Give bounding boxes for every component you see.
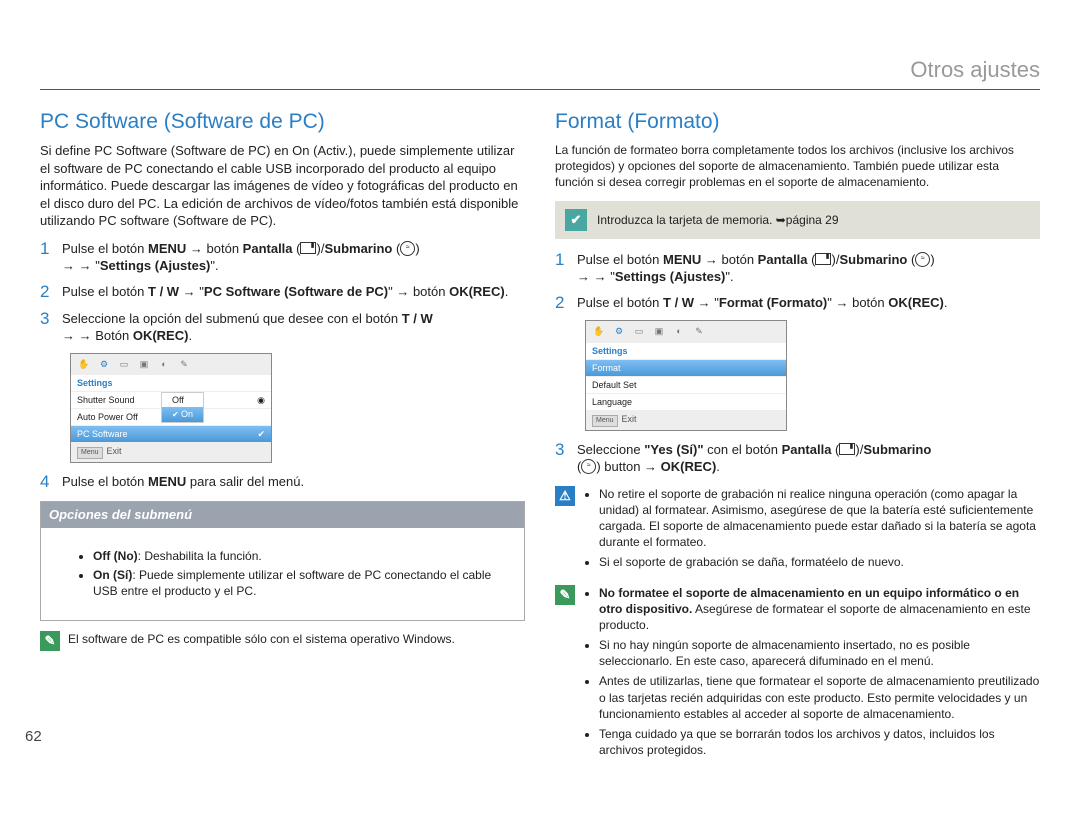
- menu-item: Language: [592, 396, 632, 408]
- menu-tag: Menu: [592, 415, 618, 426]
- page-number: 62: [25, 727, 42, 747]
- step-number: 2: [555, 294, 569, 313]
- film-icon: ▭: [632, 325, 646, 337]
- settings-header: Settings: [592, 345, 628, 357]
- left-footnote: El software de PC es compatible sólo con…: [68, 631, 525, 647]
- menu-item-selected: PC Software: [77, 428, 128, 440]
- memory-card-callout: ✔ Introduzca la tarjeta de memoria. ➥pág…: [555, 201, 1040, 239]
- left-step-4: Pulse el botón MENU para salir del menú.: [62, 473, 525, 492]
- info-item: No formatee el soporte de almacenamiento…: [599, 585, 1040, 634]
- menu-item-selected: Format: [592, 362, 621, 374]
- warning-bullets: No retire el soporte de grabación ni rea…: [583, 486, 1040, 575]
- left-intro: Si define PC Software (Software de PC) e…: [40, 142, 525, 230]
- left-title: PC Software (Software de PC): [40, 108, 525, 136]
- exit-label: Exit: [107, 446, 122, 456]
- step-number: 1: [40, 240, 54, 275]
- info-item: Si no hay ningún soporte de almacenamien…: [599, 637, 1040, 669]
- warning-item: No retire el soporte de grabación ni rea…: [599, 486, 1040, 551]
- hand-icon: ✋: [77, 358, 91, 370]
- submenu-option-off: Off (No): Deshabilita la función.: [93, 548, 512, 564]
- right-step-3: Seleccione "Yes (Sí)" con el botón Panta…: [577, 441, 1040, 476]
- play-icon: ◐: [157, 358, 171, 370]
- menu-item: Shutter Sound: [77, 394, 135, 406]
- gear-icon: ⚙: [612, 325, 626, 337]
- warning-icon: ⚠: [555, 486, 575, 506]
- right-step-2: Pulse el botón T / W → "Format (Formato)…: [577, 294, 1040, 313]
- right-step-1: Pulse el botón MENU → botón Pantalla ()/…: [577, 251, 1040, 286]
- display-icon: [839, 443, 855, 455]
- hand-icon: ✋: [592, 325, 606, 337]
- page-header: Otros ajustes: [40, 55, 1040, 90]
- tools-icon: ✎: [692, 325, 706, 337]
- info-item: Tenga cuidado ya que se borrarán todos l…: [599, 726, 1040, 758]
- display-icon: [300, 242, 316, 254]
- option-on: On: [181, 409, 193, 419]
- display-icon: [815, 253, 831, 265]
- step-number: 2: [40, 283, 54, 302]
- camera-screenshot-pc-software: ✋ ⚙ ▭ ▣ ◐ ✎ Settings Shutter Sound◉ Auto…: [70, 353, 272, 463]
- step-number: 3: [40, 310, 54, 345]
- gear-icon: ⚙: [97, 358, 111, 370]
- left-column: PC Software (Software de PC) Si define P…: [40, 108, 525, 763]
- left-step-1: Pulse el botón MENU → botón Pantalla ()/…: [62, 240, 525, 275]
- camera-screenshot-format: ✋ ⚙ ▭ ▣ ◐ ✎ Settings Format Default Set …: [585, 320, 787, 430]
- settings-header: Settings: [77, 377, 113, 389]
- warning-item: Si el soporte de grabación se daña, form…: [599, 554, 1040, 570]
- play-icon: ◐: [672, 325, 686, 337]
- submenu-title: Opciones del submenú: [41, 502, 524, 528]
- step-number: 1: [555, 251, 569, 286]
- info-bullets: No formatee el soporte de almacenamiento…: [583, 585, 1040, 763]
- underwater-icon: ≈: [581, 459, 596, 474]
- right-intro: La función de formateo borra completamen…: [555, 142, 1040, 191]
- right-column: Format (Formato) La función de formateo …: [555, 108, 1040, 763]
- menu-item: Default Set: [592, 379, 637, 391]
- option-off: Off: [162, 393, 203, 407]
- menu-item: Auto Power Off: [77, 411, 138, 423]
- step-number: 4: [40, 473, 54, 492]
- underwater-icon: ≈: [400, 241, 415, 256]
- callout-text: Introduzca la tarjeta de memoria. ➥págin…: [597, 212, 839, 228]
- left-step-3: Seleccione la opción del submenú que des…: [62, 310, 525, 345]
- underwater-icon: ≈: [915, 252, 930, 267]
- check-icon: ✔: [565, 209, 587, 231]
- exit-label: Exit: [622, 414, 637, 424]
- camera-icon: ▣: [137, 358, 151, 370]
- left-step-2: Pulse el botón T / W → "PC Software (Sof…: [62, 283, 525, 302]
- submenu-option-on: On (Sí): Puede simplemente utilizar el s…: [93, 567, 512, 599]
- step-number: 3: [555, 441, 569, 476]
- camera-icon: ▣: [652, 325, 666, 337]
- menu-tag: Menu: [77, 447, 103, 458]
- note-icon: ✎: [40, 631, 60, 651]
- tools-icon: ✎: [177, 358, 191, 370]
- right-title: Format (Formato): [555, 108, 1040, 136]
- submenu-options-box: Opciones del submenú Off (No): Deshabili…: [40, 501, 525, 620]
- info-item: Antes de utilizarlas, tiene que formatea…: [599, 673, 1040, 722]
- note-icon: ✎: [555, 585, 575, 605]
- film-icon: ▭: [117, 358, 131, 370]
